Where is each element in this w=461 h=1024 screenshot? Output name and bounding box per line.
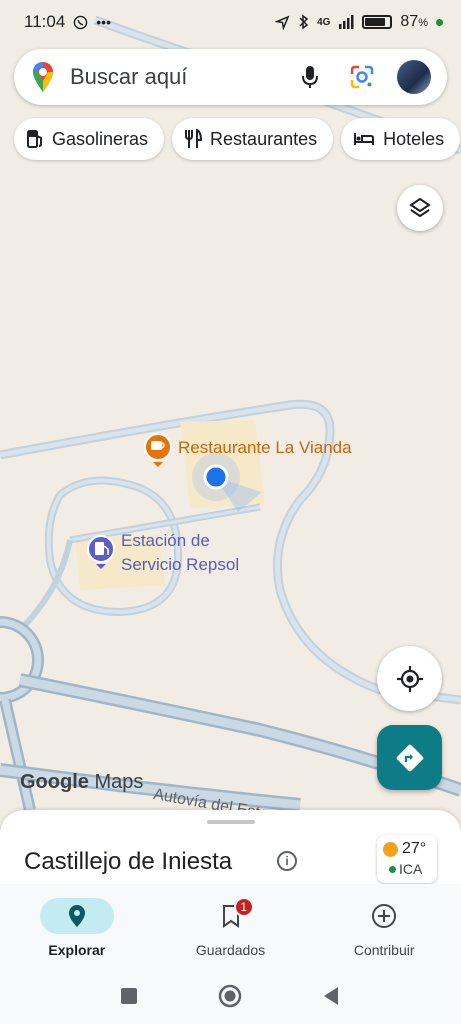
more-icon: ••• [96, 14, 111, 30]
location-arrow-icon [275, 14, 290, 30]
place-label-restaurant[interactable]: Restaurante La Vianda [178, 438, 352, 458]
gas-station-icon [27, 130, 42, 148]
bottom-sheet[interactable]: Castillejo de Iniesta i 27° ICA [0, 810, 461, 894]
search-input[interactable]: Buscar aquí [70, 64, 275, 90]
saved-badge: 1 [233, 897, 254, 917]
layers-icon [409, 197, 431, 218]
chip-label: Hoteles [383, 128, 445, 149]
logo-maps: Maps [88, 771, 144, 793]
place-label-line1: Estación de [121, 531, 210, 550]
nav-saved[interactable]: 1 Guardados [154, 884, 308, 966]
microphone-icon [302, 66, 318, 88]
google-maps-logo: Google Maps [20, 771, 143, 794]
back-button[interactable] [322, 986, 340, 1006]
nav-explore[interactable]: Explorar [0, 884, 154, 966]
privacy-indicator [436, 18, 443, 26]
home-button[interactable] [218, 984, 242, 1008]
directions-button[interactable] [377, 725, 442, 790]
signal-icon [339, 15, 354, 29]
place-label-line2: Servicio Repsol [121, 555, 240, 574]
info-icon[interactable]: i [277, 851, 297, 871]
nav-label: Guardados [195, 942, 266, 958]
directions-icon [396, 744, 423, 771]
my-location-button[interactable] [377, 646, 442, 711]
place-label-gas-station[interactable]: Estación de Servicio Repsol [121, 529, 239, 577]
layers-button[interactable] [397, 185, 443, 231]
battery-icon [362, 15, 393, 29]
battery-percent: 87% [400, 13, 428, 31]
restaurant-icon [185, 129, 203, 148]
recents-button[interactable] [120, 987, 138, 1005]
add-circle-icon [372, 904, 397, 928]
location-pin-icon [68, 905, 85, 927]
temperature: 27° [402, 840, 427, 857]
crosshair-icon [396, 665, 423, 692]
air-quality-label: ICA [399, 861, 423, 877]
battery-value: 87 [400, 13, 419, 30]
whatsapp-icon [73, 15, 88, 29]
weather-widget[interactable]: 27° ICA [377, 835, 437, 883]
logo-google: Google [20, 771, 89, 793]
chip-restaurants[interactable]: Restaurantes [172, 118, 334, 160]
lens-button[interactable] [345, 60, 379, 94]
chip-hotels[interactable]: Hoteles [341, 118, 461, 160]
nav-label: Contribuir [353, 942, 415, 958]
air-quality-dot [389, 865, 396, 873]
category-chips: Gasolineras Restaurantes Hoteles [14, 118, 461, 160]
battery-unit: % [418, 17, 428, 29]
nav-label: Explorar [48, 942, 106, 958]
bluetooth-icon [299, 14, 309, 30]
sheet-drag-handle[interactable] [207, 820, 255, 824]
chip-gas-stations[interactable]: Gasolineras [14, 118, 165, 160]
voice-search-button[interactable] [293, 60, 327, 94]
sun-icon [383, 841, 398, 857]
nav-contribute[interactable]: Contribuir [307, 884, 461, 966]
chip-label: Gasolineras [52, 128, 149, 149]
network-type: 4G [317, 16, 331, 28]
search-bar[interactable]: Buscar aquí [14, 49, 447, 105]
hotel-icon [354, 133, 375, 145]
clock: 11:04 [24, 12, 66, 31]
system-navigation-bar [0, 966, 461, 1024]
chip-label: Restaurantes [210, 128, 318, 149]
bottom-navigation: Explorar 1 Guardados Contribuir [0, 884, 461, 966]
lens-icon [350, 65, 374, 89]
avatar[interactable] [397, 60, 431, 94]
place-title: Castillejo de Iniesta [24, 848, 233, 875]
status-bar: 11:04 ••• 4G 87% [0, 0, 461, 44]
maps-pin-logo [33, 62, 53, 92]
